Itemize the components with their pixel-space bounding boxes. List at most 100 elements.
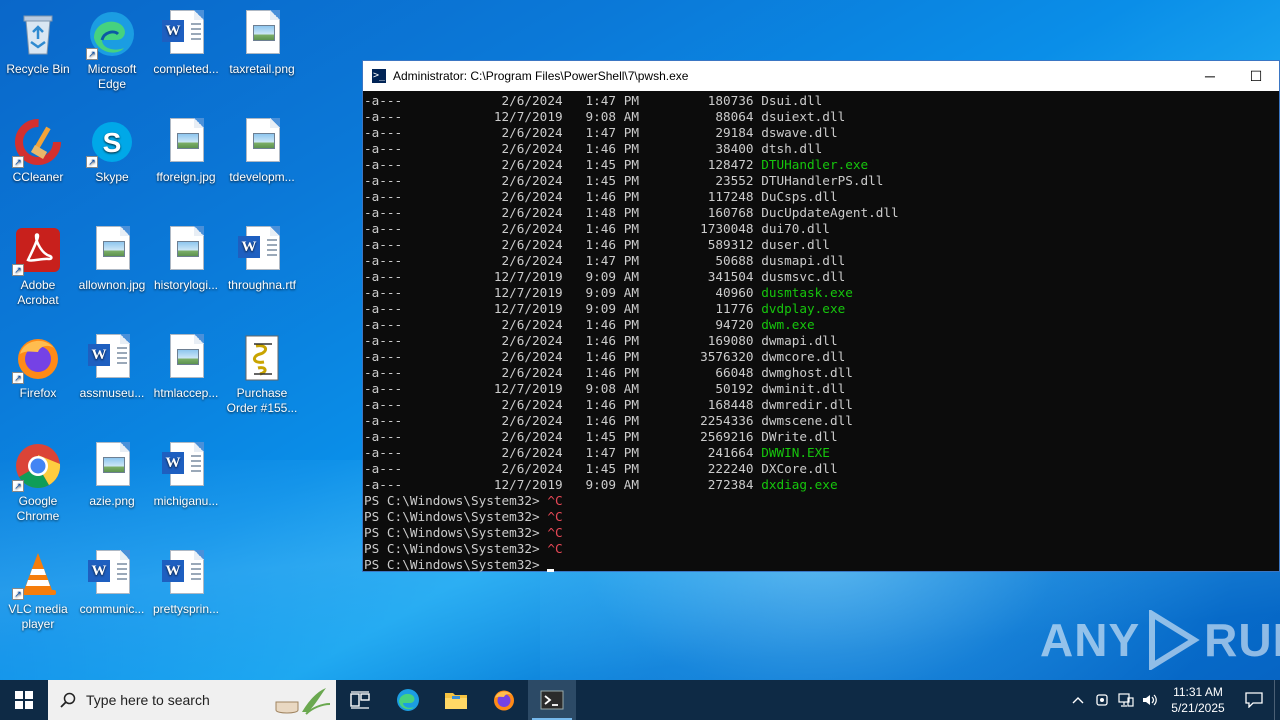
file-name: duser.dll	[761, 237, 830, 252]
word-document-icon: W	[238, 226, 286, 274]
watermark-left: ANY	[1040, 614, 1141, 666]
taskbar-powershell[interactable]	[528, 680, 576, 720]
desktop-icon-recycle-bin[interactable]: Recycle Bin	[0, 4, 76, 104]
desktop-icon-prettysprin[interactable]: W prettysprin...	[148, 544, 224, 644]
directory-listing-row: -a--- 2/6/2024 1:47 PM 241664 DWWIN.EXE	[364, 445, 1279, 461]
notification-icon	[1245, 692, 1263, 708]
text-cursor[interactable]	[547, 569, 555, 572]
prompt-line: PS C:\Windows\System32> ^C	[364, 493, 1279, 509]
desktop-icon-label: communic...	[79, 602, 145, 616]
file-name: DuCsps.dll	[761, 189, 838, 204]
directory-listing-row: -a--- 2/6/2024 1:47 PM 50688 dusmapi.dll	[364, 253, 1279, 269]
firefox-icon: ↗	[12, 334, 62, 384]
executable-file-name: dxdiag.exe	[761, 477, 838, 492]
directory-listing-row: -a--- 12/7/2019 9:09 AM 341504 dusmsvc.d…	[364, 269, 1279, 285]
powershell-icon: >_	[372, 69, 386, 83]
desktop-icon-michiganu[interactable]: W michiganu...	[148, 436, 224, 536]
desktop-icon-taxretail-png[interactable]: taxretail.png	[224, 4, 300, 104]
file-metadata: -a--- 2/6/2024 1:46 PM 94720	[364, 317, 762, 332]
desktop-icon-label: fforeign.jpg	[156, 170, 216, 184]
minimize-button[interactable]: ─	[1187, 61, 1233, 91]
taskbar-edge[interactable]	[384, 680, 432, 720]
desktop-icon-azie-png[interactable]: azie.png	[74, 436, 150, 536]
search-box[interactable]: Type here to search	[48, 680, 336, 720]
file-metadata: -a--- 2/6/2024 1:45 PM 128472	[364, 157, 762, 172]
powershell-window[interactable]: >_ Administrator: C:\Program Files\Power…	[362, 60, 1280, 572]
file-name: dsuiext.dll	[761, 109, 846, 124]
desktop-icon-fforeign-jpg[interactable]: fforeign.jpg	[148, 112, 224, 212]
desktop-icon-label: prettysprin...	[152, 602, 220, 616]
desktop-icon-historylogi[interactable]: historylogi...	[148, 220, 224, 320]
watermark-right: RUN	[1204, 614, 1280, 666]
file-metadata: -a--- 2/6/2024 1:45 PM 23552	[364, 173, 762, 188]
file-metadata: -a--- 2/6/2024 1:46 PM 168448	[364, 397, 762, 412]
desktop-icon-completed[interactable]: W completed...	[148, 4, 224, 104]
task-view-button[interactable]	[336, 680, 384, 720]
clock-date: 5/21/2025	[1171, 701, 1225, 715]
action-center-button[interactable]	[1234, 680, 1274, 720]
desktop-icon-label: assmuseu...	[79, 386, 145, 400]
file-metadata: -a--- 12/7/2019 9:08 AM 88064	[364, 109, 762, 124]
powershell-icon	[540, 690, 564, 710]
desktop-icon-microsoft-edge[interactable]: ↗ Microsoft Edge	[74, 4, 150, 104]
taskbar-firefox[interactable]	[480, 680, 528, 720]
show-desktop-button[interactable]	[1274, 680, 1280, 720]
desktop-icon-skype[interactable]: S ↗ Skype	[74, 112, 150, 212]
desktop-icon-label: Purchase Order #155...	[226, 386, 298, 415]
skype-icon: S ↗	[86, 118, 136, 168]
desktop-icon-throughna-rtf[interactable]: W throughna.rtf	[224, 220, 300, 320]
desktop-icon-vlc[interactable]: ↗ VLC media player	[0, 544, 76, 644]
volume-button[interactable]	[1138, 680, 1162, 720]
prompt-text: PS C:\Windows\System32>	[364, 541, 548, 556]
interrupt-input: ^C	[547, 525, 563, 540]
file-metadata: -a--- 12/7/2019 9:09 AM 341504	[364, 269, 762, 284]
image-file-icon	[88, 442, 136, 490]
file-metadata: -a--- 2/6/2024 1:47 PM 241664	[364, 445, 762, 460]
image-file-icon	[88, 226, 136, 274]
file-name: Dsui.dll	[761, 93, 823, 108]
desktop-icon-adobe-acrobat[interactable]: ↗ Adobe Acrobat	[0, 220, 76, 320]
file-name: dwmredir.dll	[761, 397, 853, 412]
desktop-icon-label: historylogi...	[153, 278, 219, 292]
interrupt-input: ^C	[547, 509, 563, 524]
desktop-icon-label: completed...	[153, 62, 219, 76]
desktop-icon-label: Recycle Bin	[6, 62, 70, 76]
desktop-icon-label: azie.png	[89, 494, 135, 508]
desktop-icon-htmlaccep[interactable]: htmlaccep...	[148, 328, 224, 428]
maximize-button[interactable]: ☐	[1233, 61, 1279, 91]
directory-listing-row: -a--- 2/6/2024 1:46 PM 169080 dwmapi.dll	[364, 333, 1279, 349]
start-button[interactable]	[0, 680, 48, 720]
file-explorer-icon	[445, 693, 467, 709]
directory-listing-row: -a--- 12/7/2019 9:09 AM 40960 dusmtask.e…	[364, 285, 1279, 301]
desktop-icon-ccleaner[interactable]: ↗ CCleaner	[0, 112, 76, 212]
recycle-bin-icon	[14, 10, 62, 58]
taskbar-file-explorer[interactable]	[432, 680, 480, 720]
vlc-icon: ↗	[12, 550, 62, 600]
desktop-icon-assmuseu[interactable]: W assmuseu...	[74, 328, 150, 428]
file-metadata: -a--- 12/7/2019 9:09 AM 40960	[364, 285, 762, 300]
tray-app-icon-button[interactable]	[1090, 680, 1114, 720]
desktop-icon-firefox[interactable]: ↗ Firefox	[0, 328, 76, 428]
show-hidden-icons-button[interactable]	[1066, 680, 1090, 720]
directory-listing-row: -a--- 12/7/2019 9:08 AM 88064 dsuiext.dl…	[364, 109, 1279, 125]
desktop-icon-purchase-order[interactable]: Purchase Order #155...	[224, 328, 300, 428]
image-file-icon	[238, 10, 286, 58]
svg-text:S: S	[103, 127, 122, 158]
desktop-icon-google-chrome[interactable]: ↗ Google Chrome	[0, 436, 76, 536]
terminal-output[interactable]: -a--- 2/6/2024 1:47 PM 180736 Dsui.dll -a…	[363, 91, 1279, 573]
network-button[interactable]	[1114, 680, 1138, 720]
prompt-line: PS C:\Windows\System32> ^C	[364, 541, 1279, 557]
desktop-icon-allownon-jpg[interactable]: allownon.jpg	[74, 220, 150, 320]
desktop-icon-label: allownon.jpg	[78, 278, 146, 292]
file-metadata: -a--- 2/6/2024 1:46 PM 169080	[364, 333, 762, 348]
desktop-icon-tdevelopm[interactable]: tdevelopm...	[224, 112, 300, 212]
executable-file-name: DWWIN.EXE	[761, 445, 830, 460]
file-name: DucUpdateAgent.dll	[761, 205, 899, 220]
shortcut-arrow-icon: ↗	[12, 480, 24, 492]
speaker-icon	[1143, 694, 1157, 706]
file-metadata: -a--- 12/7/2019 9:09 AM 11776	[364, 301, 762, 316]
desktop-icon-label: throughna.rtf	[227, 278, 297, 292]
clock[interactable]: 11:31 AM 5/21/2025	[1162, 684, 1234, 716]
window-titlebar[interactable]: >_ Administrator: C:\Program Files\Power…	[363, 61, 1279, 91]
desktop-icon-communic[interactable]: W communic...	[74, 544, 150, 644]
